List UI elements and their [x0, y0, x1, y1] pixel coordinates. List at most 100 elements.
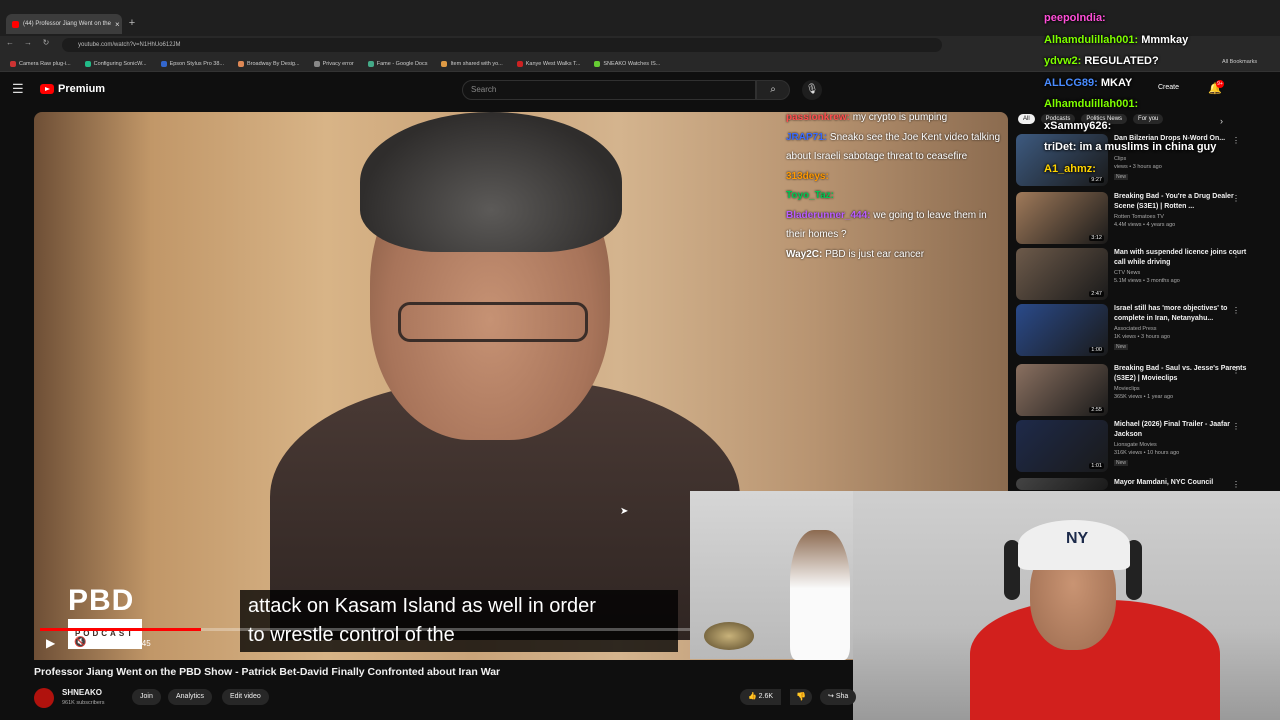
bookmark-favicon-icon: [367, 60, 374, 67]
pbd-host-figure: [790, 530, 850, 660]
more-options-icon[interactable]: ⋮: [1232, 366, 1240, 375]
youtube-favicon-icon: [12, 20, 19, 28]
bookmark-favicon-icon: [313, 60, 320, 67]
video-duration: 1:00: [1089, 347, 1104, 353]
guest-hair: [360, 112, 622, 252]
more-options-icon[interactable]: ⋮: [1232, 480, 1240, 489]
bookmark-label: Item shared with yo...: [450, 60, 503, 67]
more-options-icon[interactable]: ⋮: [1232, 422, 1240, 431]
bookmark-label: Privacy error: [322, 60, 354, 67]
stream-chat-username: Alhamdulillah001:: [1044, 98, 1139, 110]
recommended-video[interactable]: 2:47 Man with suspended licence joins cou…: [1016, 248, 1272, 302]
chat-text: my crypto is pumping: [852, 112, 948, 123]
browser-tab[interactable]: (44) Professor Jiang Went on the ×: [6, 14, 122, 34]
pbd-logo-text: PBD: [68, 584, 135, 617]
channel-avatar[interactable]: [34, 688, 54, 708]
play-icon[interactable]: ▶: [46, 636, 55, 650]
url-bar[interactable]: youtube.com/watch?v=N1HhUo612JM: [62, 38, 942, 52]
video-thumbnail[interactable]: 1:00: [1016, 304, 1108, 356]
chat-username: 313deys:: [786, 170, 829, 182]
video-thumbnail[interactable]: [1016, 478, 1108, 490]
stream-chat-username: Alhamdulillah001:: [1044, 33, 1142, 46]
guest-glasses: [398, 302, 588, 342]
video-chat-message: JRAP71: Sneako see the Joe Kent video ta…: [786, 128, 1006, 167]
video-chat-message: Toyo_Taz:: [786, 186, 1006, 206]
analytics-button[interactable]: Analytics: [168, 689, 213, 705]
bookmark-label: Broadway By Desig...: [246, 60, 300, 67]
back-icon[interactable]: ←: [4, 38, 16, 47]
video-thumbnail[interactable]: 2:55: [1016, 364, 1108, 416]
video-meta: 316K views • 10 hours ago: [1114, 450, 1180, 456]
new-badge: New: [1114, 344, 1129, 350]
edit-video-button[interactable]: Edit video: [222, 689, 269, 705]
bookmark-favicon-icon: [10, 60, 16, 67]
bookmark-favicon-icon: [84, 60, 91, 67]
more-options-icon[interactable]: ⋮: [1232, 250, 1240, 259]
chat-username: Bladerunner_444:: [786, 209, 874, 221]
video-chat-message: Bladerunner_444: we going to leave them …: [786, 206, 1006, 245]
bookmark-item[interactable]: Broadway By Desig...: [237, 60, 300, 67]
join-button[interactable]: Join: [132, 689, 161, 705]
bookmark-item[interactable]: Camera Raw plug-i...: [10, 60, 71, 67]
stream-chat-username: xSammy626:: [1044, 119, 1112, 132]
caption-line-2: to wrestle control of the: [248, 624, 455, 646]
bookmark-item[interactable]: Kanye West Walks T...: [516, 60, 580, 67]
video-duration: 1:01: [1089, 463, 1104, 469]
video-progress-fill: [40, 628, 202, 631]
video-duration: 2:55: [1089, 407, 1104, 413]
caption-line-1: attack on Kasam Island as well in order: [248, 595, 596, 617]
video-meta: 4.4M views • 4 years ago: [1114, 222, 1176, 228]
stream-chat-username: ydvw2:: [1044, 55, 1085, 67]
recommended-video[interactable]: 1:01 Michael (2026) Final Trailer - Jaafa…: [1016, 420, 1272, 474]
search-icon[interactable]: ⌕: [756, 80, 790, 100]
stream-chat-message: peepoIndia:: [1044, 8, 1280, 30]
stream-chat-message: xSammy626:: [1044, 116, 1280, 138]
bookmark-favicon-icon: [237, 60, 244, 67]
video-meta: 5.1M views • 3 months ago: [1114, 278, 1180, 284]
chat-username: JRAP71:: [786, 131, 830, 143]
recommended-video[interactable]: 3:12 Breaking Bad - You're a Drug Dealer …: [1016, 192, 1272, 246]
mouse-cursor-icon: ➤: [620, 506, 629, 517]
chat-username: Way2C:: [786, 248, 826, 260]
video-chat-message: passionkrew: my crypto is pumping: [786, 108, 1006, 128]
recommended-video[interactable]: Mayor Mamdani, NYC Council ⋮: [1016, 478, 1272, 490]
stream-chat-username: ALLCG89:: [1044, 76, 1101, 89]
chip-all[interactable]: All: [1018, 114, 1035, 124]
premium-label: Premium: [58, 83, 106, 95]
stream-chat-message: ydvw2: REGULATED?: [1044, 51, 1280, 73]
bookmark-item[interactable]: Fame - Google Docs: [367, 60, 427, 67]
channel-label: Rotten Tomatoes TV: [1114, 214, 1164, 220]
search-input[interactable]: Search: [462, 80, 756, 100]
more-options-icon[interactable]: ⋮: [1232, 194, 1240, 203]
video-thumbnail[interactable]: 3:12: [1016, 192, 1108, 244]
share-button[interactable]: ↪ Sha: [820, 689, 857, 705]
bookmark-item[interactable]: Configuring SonicW...: [84, 60, 147, 67]
bookmark-item[interactable]: SNEAKO Watches IS...: [594, 60, 660, 67]
ny-cap-logo-icon: NY: [1066, 530, 1089, 547]
recommended-video[interactable]: 1:00 Israel still has 'more objectives' t…: [1016, 304, 1272, 358]
stream-chat-text: im a muslims in china guy: [1079, 141, 1217, 153]
hamburger-menu-icon[interactable]: ☰: [12, 82, 26, 96]
video-thumbnail[interactable]: 2:47: [1016, 248, 1108, 300]
microphone-icon[interactable]: 🎙: [802, 80, 822, 100]
chat-text: PBD is just ear cancer: [825, 248, 925, 260]
new-tab-button[interactable]: +: [126, 16, 138, 30]
like-button[interactable]: 👍 2.6K: [740, 689, 782, 705]
volume-muted-icon[interactable]: 🔇: [74, 637, 86, 648]
stream-chat-message: Alhamdulillah001:: [1044, 94, 1280, 116]
dislike-button[interactable]: 👎: [790, 689, 812, 705]
bookmark-item[interactable]: Epson Stylus Pro 38...: [160, 60, 224, 67]
chat-username: Toyo_Taz:: [786, 190, 834, 201]
video-thumbnail[interactable]: 1:01: [1016, 420, 1108, 472]
channel-label: Associated Press: [1114, 326, 1157, 332]
bookmark-item[interactable]: Privacy error: [313, 60, 354, 67]
bookmark-item[interactable]: Item shared with yo...: [441, 60, 503, 67]
channel-name[interactable]: SHNEAKO: [62, 688, 102, 697]
like-count: 2.6K: [758, 693, 774, 700]
youtube-logo[interactable]: Premium: [40, 83, 105, 95]
more-options-icon[interactable]: ⋮: [1232, 306, 1240, 315]
close-tab-icon[interactable]: ×: [115, 20, 120, 29]
recommended-video[interactable]: 2:55 Breaking Bad - Saul vs. Jesse's Pare…: [1016, 364, 1272, 418]
forward-icon[interactable]: →: [22, 38, 34, 47]
reload-icon[interactable]: ↻: [40, 38, 52, 47]
